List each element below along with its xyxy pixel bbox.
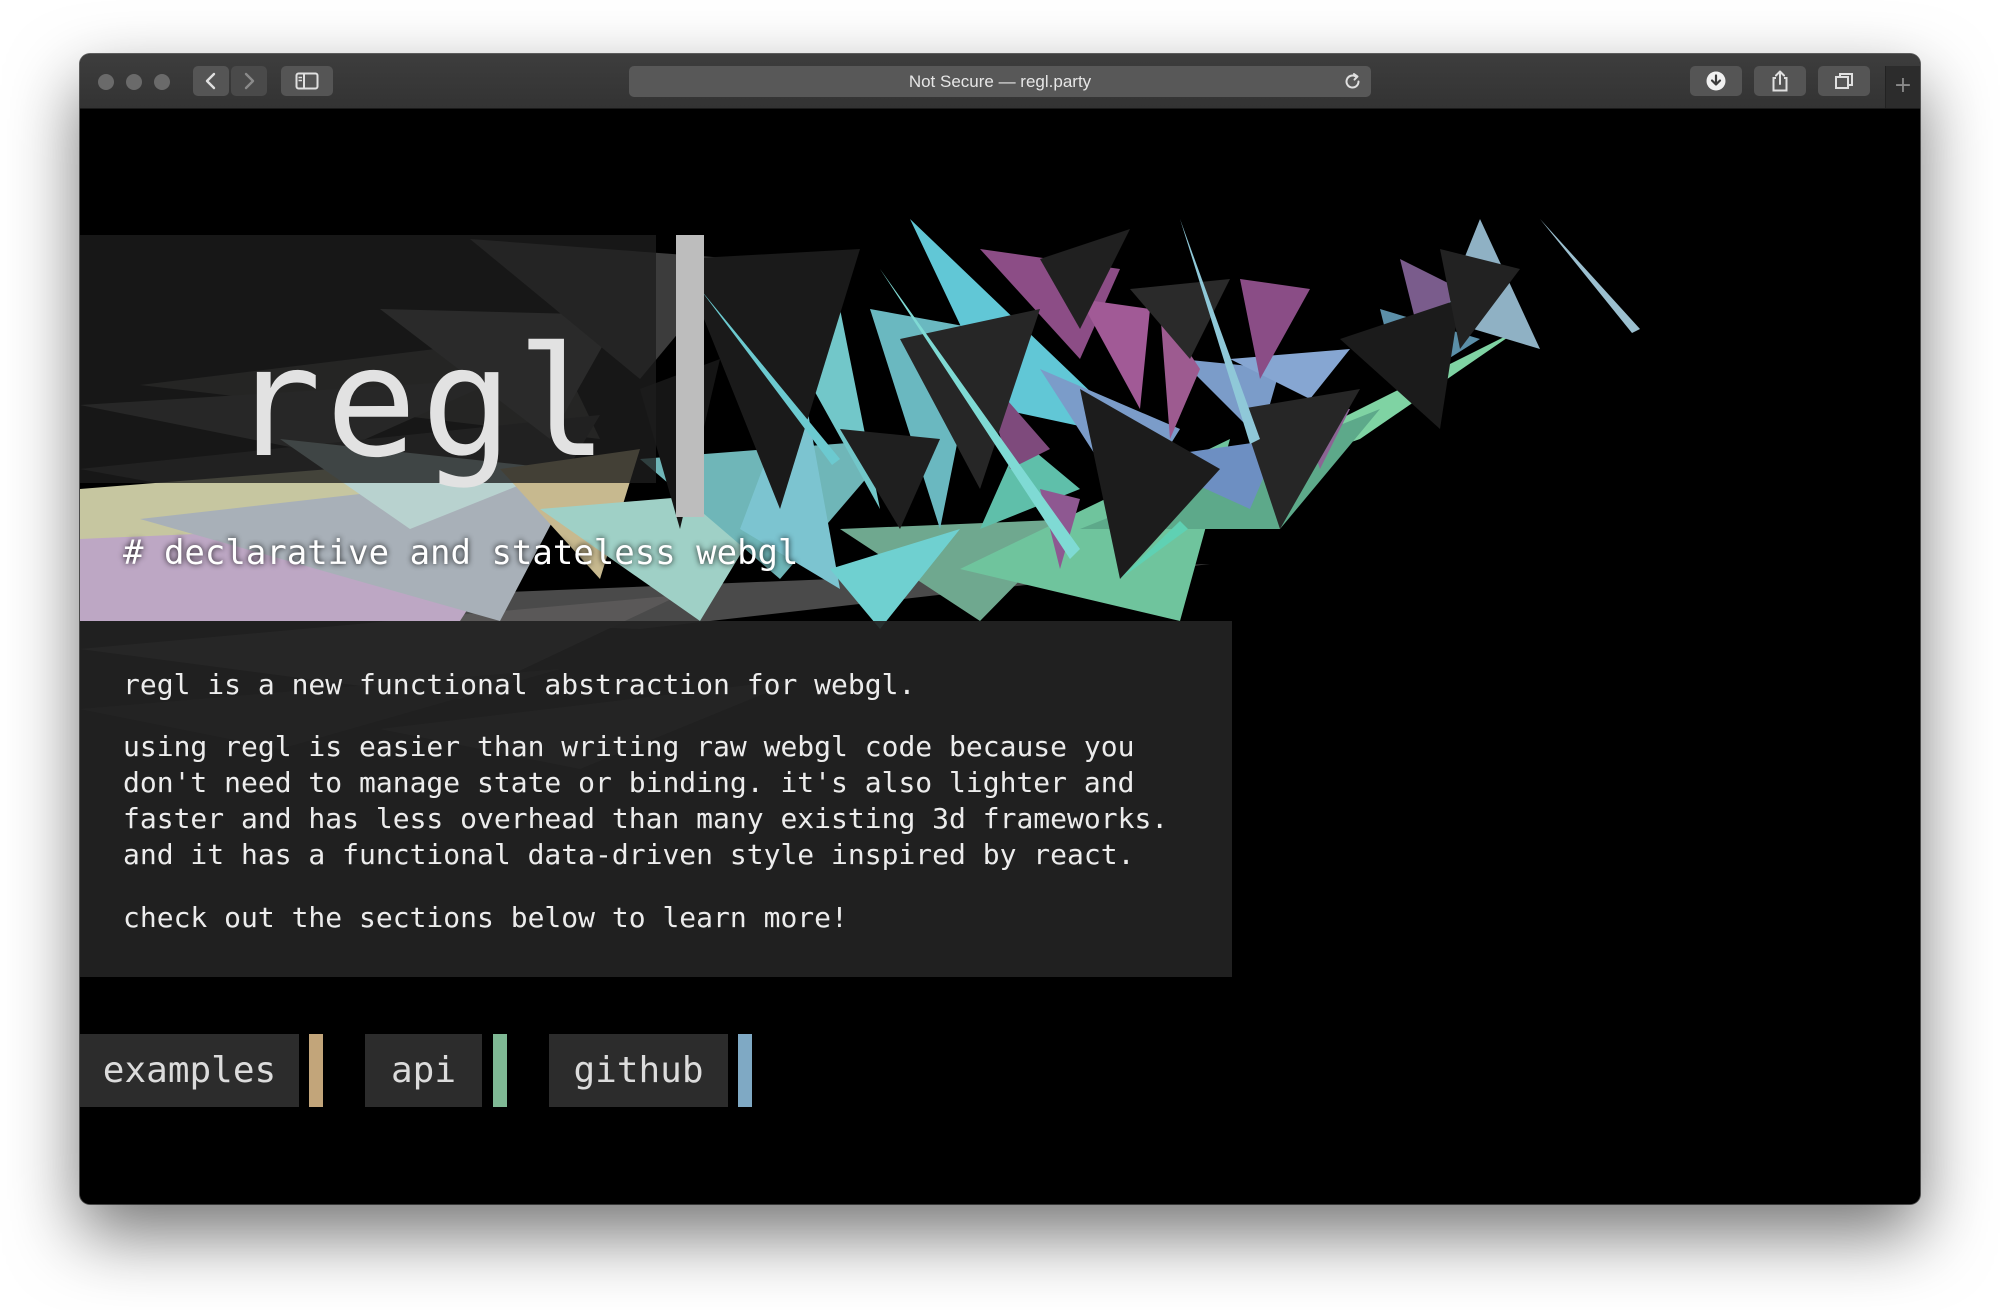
zoom-window-button[interactable]	[154, 74, 170, 90]
intro-paragraph-line: using regl is easier than writing raw we…	[123, 730, 1135, 763]
intro-panel: regl is a new functional abstraction for…	[80, 621, 1232, 977]
github-link[interactable]: github	[549, 1034, 728, 1107]
examples-accent-bar	[309, 1034, 323, 1107]
share-icon	[1772, 70, 1788, 92]
tabs-icon	[1835, 73, 1853, 89]
close-window-button[interactable]	[98, 74, 114, 90]
chevron-left-icon	[205, 72, 216, 90]
download-icon	[1706, 71, 1726, 91]
address-bar[interactable]: Not Secure — regl.party	[629, 66, 1371, 97]
downloads-button[interactable]	[1690, 66, 1742, 96]
minimize-window-button[interactable]	[126, 74, 142, 90]
logo-panel: regl	[80, 235, 656, 483]
page-content: regl # declarative and stateless webgl r…	[80, 109, 1920, 1204]
browser-toolbar: Not Secure — regl.party +	[80, 54, 1920, 109]
chevron-right-icon	[244, 72, 255, 90]
site-logo: regl	[230, 314, 613, 491]
sidebar-toggle-button[interactable]	[281, 66, 333, 96]
url-text: Not Secure — regl.party	[908, 72, 1092, 91]
intro-paragraph-line: faster and has less overhead than many e…	[123, 802, 1169, 835]
reload-button[interactable]	[1343, 72, 1363, 96]
logo-accent-bar	[676, 235, 704, 517]
tagline: # declarative and stateless webgl	[123, 533, 799, 573]
sidebar-icon	[295, 72, 319, 90]
browser-window: Not Secure — regl.party + regl # declara…	[80, 54, 1920, 1204]
tabs-overview-button[interactable]	[1818, 66, 1870, 96]
reload-icon	[1345, 73, 1360, 89]
back-button[interactable]	[193, 66, 229, 96]
github-accent-bar	[738, 1034, 752, 1107]
intro-paragraph-line: don't need to manage state or binding. i…	[123, 766, 1135, 799]
forward-button[interactable]	[231, 66, 267, 96]
examples-link[interactable]: examples	[80, 1034, 299, 1107]
intro-line: regl is a new functional abstraction for…	[123, 668, 916, 701]
api-link[interactable]: api	[365, 1034, 482, 1107]
new-tab-button[interactable]: +	[1885, 66, 1920, 108]
intro-call-to-action: check out the sections below to learn mo…	[123, 901, 848, 934]
intro-paragraph-line: and it has a functional data-driven styl…	[123, 838, 1135, 871]
api-accent-bar	[493, 1034, 507, 1107]
share-button[interactable]	[1754, 66, 1806, 96]
